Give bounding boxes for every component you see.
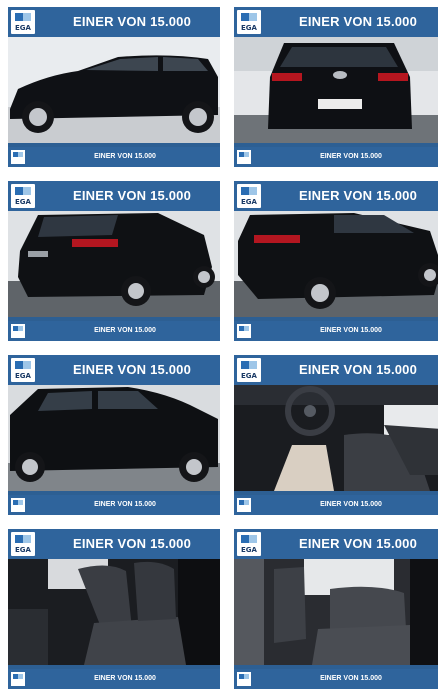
ega-logo-icon: EGA (11, 10, 35, 34)
tile-footer: EINER VON 15.000 (8, 321, 220, 341)
ega-mini-logo-icon (237, 498, 251, 512)
ega-logo-icon: EGA (11, 184, 35, 208)
ega-mini-logo-icon (11, 150, 25, 164)
car-photo-side-right (8, 385, 220, 491)
ega-mini-logo-icon (11, 498, 25, 512)
banner-title: EINER VON 15.000 (298, 362, 418, 377)
ega-mini-logo-icon (237, 672, 251, 686)
gallery-tile[interactable]: EGA EINER VON 15.000 EINER VON 15.000 (8, 529, 220, 689)
car-photo-front-seats (8, 559, 220, 665)
tile-footer: EINER VON 15.000 (8, 495, 220, 515)
gallery-tile[interactable]: EGA EINER VON 15.000 EINER VON 15.000 (8, 7, 220, 167)
banner-title: EINER VON 15.000 (298, 536, 418, 551)
ega-logo-icon: EGA (237, 358, 261, 382)
tile-banner: EGA EINER VON 15.000 (8, 181, 220, 211)
ega-logo-icon: EGA (237, 532, 261, 556)
footer-caption: EINER VON 15.000 (320, 501, 382, 508)
gallery-tile[interactable]: EGA EINER VON 15.000 EINER VON 15.000 (234, 7, 438, 167)
ega-mini-logo-icon (11, 672, 25, 686)
banner-title: EINER VON 15.000 (72, 14, 192, 29)
ega-logo-icon: EGA (237, 10, 261, 34)
tile-footer: EINER VON 15.000 (234, 147, 438, 167)
banner-title: EINER VON 15.000 (72, 362, 192, 377)
car-photo-cockpit (234, 385, 438, 491)
tile-banner: EGA EINER VON 15.000 (234, 355, 438, 385)
tile-footer: EINER VON 15.000 (234, 495, 438, 515)
tile-footer: EINER VON 15.000 (8, 147, 220, 167)
gallery-tile[interactable]: EGA EINER VON 15.000 EINER VON 15.000 (234, 529, 438, 689)
footer-caption: EINER VON 15.000 (94, 153, 156, 160)
tile-banner: EGA EINER VON 15.000 (8, 529, 220, 559)
tile-banner: EGA EINER VON 15.000 (8, 7, 220, 37)
tile-footer: EINER VON 15.000 (234, 669, 438, 689)
ega-logo-icon: EGA (11, 532, 35, 556)
image-gallery: EGA EINER VON 15.000 EINER VON 15.000 EG… (0, 0, 438, 689)
car-photo-rear-left (8, 211, 220, 317)
footer-caption: EINER VON 15.000 (94, 327, 156, 334)
gallery-tile[interactable]: EGA EINER VON 15.000 EINER VON 15.000 (234, 355, 438, 515)
footer-caption: EINER VON 15.000 (94, 501, 156, 508)
car-photo-rear-right (234, 211, 438, 317)
ega-logo-icon: EGA (237, 184, 261, 208)
ega-mini-logo-icon (237, 324, 251, 338)
banner-title: EINER VON 15.000 (72, 536, 192, 551)
tile-footer: EINER VON 15.000 (8, 669, 220, 689)
tile-banner: EGA EINER VON 15.000 (234, 529, 438, 559)
gallery-tile[interactable]: EGA EINER VON 15.000 EINER VON 15.000 (8, 355, 220, 515)
tile-banner: EGA EINER VON 15.000 (234, 7, 438, 37)
ega-mini-logo-icon (11, 324, 25, 338)
tile-banner: EGA EINER VON 15.000 (234, 181, 438, 211)
footer-caption: EINER VON 15.000 (320, 327, 382, 334)
tile-banner: EGA EINER VON 15.000 (8, 355, 220, 385)
tile-footer: EINER VON 15.000 (234, 321, 438, 341)
gallery-tile[interactable]: EGA EINER VON 15.000 EINER VON 15.000 (8, 181, 220, 341)
car-photo-rear-seats (234, 559, 438, 665)
banner-title: EINER VON 15.000 (72, 188, 192, 203)
ega-logo-icon: EGA (11, 358, 35, 382)
ega-mini-logo-icon (237, 150, 251, 164)
footer-caption: EINER VON 15.000 (320, 153, 382, 160)
car-photo-rear (234, 37, 438, 143)
footer-caption: EINER VON 15.000 (94, 675, 156, 682)
car-photo-side (8, 37, 220, 143)
footer-caption: EINER VON 15.000 (320, 675, 382, 682)
gallery-tile[interactable]: EGA EINER VON 15.000 EINER VON 15.000 (234, 181, 438, 341)
banner-title: EINER VON 15.000 (298, 14, 418, 29)
banner-title: EINER VON 15.000 (298, 188, 418, 203)
